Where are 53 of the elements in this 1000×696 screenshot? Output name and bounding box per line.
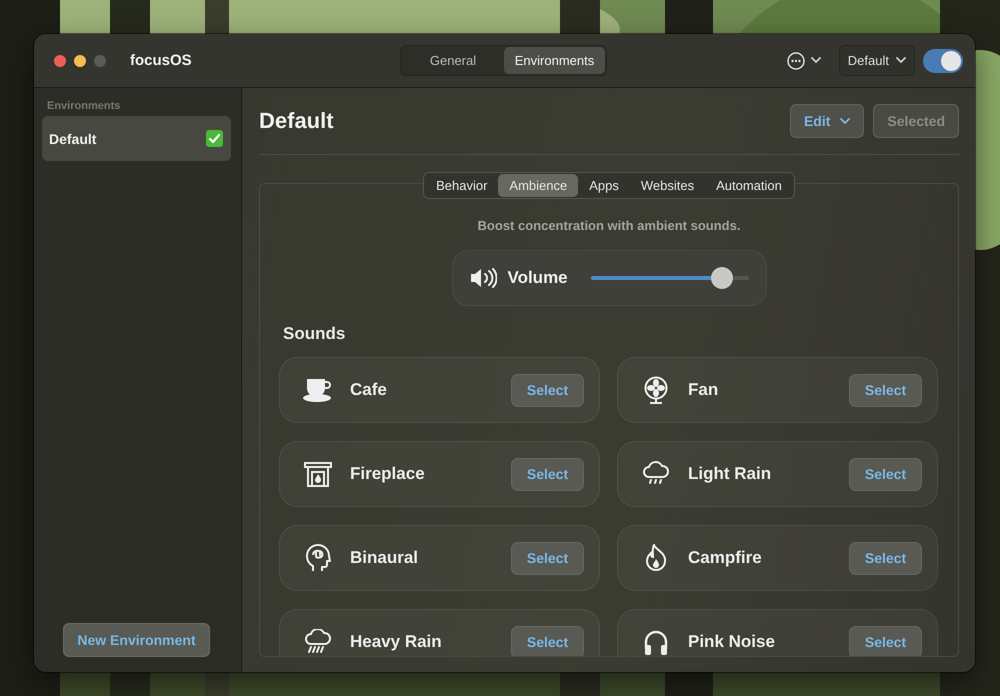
sidebar-heading: Environments [47,100,122,112]
chevron-down-icon [810,57,821,64]
slider-thumb[interactable] [710,267,733,289]
sidebar-item[interactable]: Default [42,116,231,161]
edit-button[interactable]: Edit [790,104,864,138]
rain-cloud-icon [304,629,332,655]
top-tab[interactable]: General [402,47,504,74]
sound-name: Heavy Rain [350,632,443,652]
sound-name: Binaural [350,548,420,568]
head-brain-icon [305,544,331,572]
profile-dropdown[interactable]: Default [838,45,915,76]
sound-name: Campfire [688,548,763,568]
select-button[interactable]: Select [849,626,922,656]
description-text: Boost concentration with ambient sounds. [476,218,742,233]
volume-label: Volume [508,268,568,288]
chevron-down-icon [840,118,850,124]
item-label: Default [49,130,96,146]
page-title: Default [259,108,335,134]
section-heading: Sounds [283,324,346,344]
ellipsis-circle-icon [786,52,805,70]
select-button[interactable]: Select [511,458,584,490]
chevron-down-icon [896,57,906,64]
select-button[interactable]: Select [849,374,922,406]
toggle-switch[interactable] [923,48,963,72]
sound-name: Pink Noise [688,632,776,652]
new-environment-button[interactable]: New Environment [63,623,210,657]
close-button[interactable] [54,54,66,66]
flame-icon [645,544,667,572]
sound-name: Light Rain [688,464,772,484]
speaker-icon [470,268,496,288]
fireplace-icon [304,461,332,487]
section-tab[interactable]: Websites [630,174,706,197]
minimize-button[interactable] [74,54,86,66]
section-tab[interactable]: Apps [578,174,630,197]
select-button[interactable]: Select [849,542,922,574]
volume-slider[interactable] [590,267,748,289]
sound-name: Cafe [350,380,388,400]
select-button[interactable]: Select [511,626,584,656]
section-tab[interactable]: Ambience [498,174,578,197]
fan-icon [643,376,669,404]
section-tab[interactable]: Behavior [425,174,498,197]
select-button[interactable]: Select [849,458,922,490]
select-button[interactable]: Select [511,374,584,406]
top-tab[interactable]: Environments [504,47,605,74]
headphones-icon [643,629,669,655]
checkmark-icon [206,130,223,147]
section-tab[interactable]: Automation [705,174,793,197]
cup-icon [302,377,334,403]
rain-cloud-icon [642,461,670,487]
window-title: focusOS [130,52,192,69]
sound-name: Fan [688,380,720,400]
select-button[interactable]: Select [511,542,584,574]
sound-name: Fireplace [350,464,426,484]
